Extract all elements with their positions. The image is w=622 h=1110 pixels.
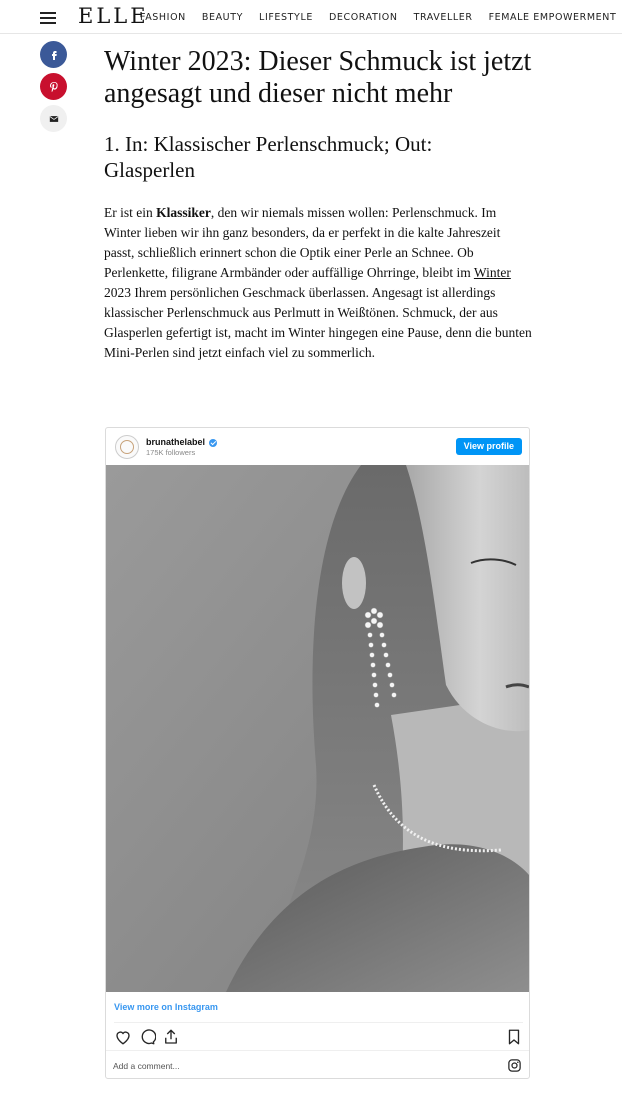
view-profile-button[interactable]: View profile xyxy=(455,438,522,455)
winter-link[interactable]: Winter xyxy=(474,265,511,280)
post-actions xyxy=(114,1028,523,1046)
add-comment-input[interactable]: Add a comment... xyxy=(113,1061,180,1072)
instagram-username[interactable]: brunathelabel xyxy=(146,437,218,448)
divider xyxy=(114,1022,523,1023)
pinterest-icon xyxy=(49,81,58,92)
article-paragraph: Er ist ein Klassiker, den wir niemals mi… xyxy=(104,203,534,363)
facebook-share-button[interactable] xyxy=(40,41,67,68)
menu-icon[interactable] xyxy=(40,12,56,24)
instagram-embed-header: brunathelabel 175K followers View profil… xyxy=(106,428,529,465)
top-navigation: ELLE FASHION BEAUTY LIFESTYLE DECORATION… xyxy=(0,0,622,34)
nav-link-decoration[interactable]: DECORATION xyxy=(329,12,398,24)
view-more-on-instagram-link[interactable]: View more on Instagram xyxy=(114,1002,218,1013)
pinterest-share-button[interactable] xyxy=(40,73,67,100)
verified-badge-icon xyxy=(209,438,218,447)
paragraph-text-start: Er ist ein xyxy=(104,205,157,220)
mail-icon xyxy=(49,115,58,122)
heart-icon[interactable] xyxy=(114,1028,132,1046)
nav-link-female-empowerment[interactable]: FEMALE EMPOWERMENT xyxy=(489,12,617,24)
portrait-photo xyxy=(106,465,529,992)
facebook-icon xyxy=(51,50,57,60)
avatar[interactable] xyxy=(115,435,139,459)
email-share-button[interactable] xyxy=(40,105,67,132)
share-icon[interactable] xyxy=(162,1028,180,1046)
instagram-username-text[interactable]: brunathelabel xyxy=(146,437,205,448)
instagram-icon[interactable] xyxy=(507,1058,522,1073)
instagram-embed: brunathelabel 175K followers View profil… xyxy=(105,427,530,1079)
divider xyxy=(106,1050,529,1051)
nav-link-lifestyle[interactable]: LIFESTYLE xyxy=(259,12,313,24)
elle-logo[interactable]: ELLE xyxy=(78,4,149,28)
nav-link-beauty[interactable]: BEAUTY xyxy=(202,12,243,24)
instagram-post-image[interactable] xyxy=(106,465,529,992)
paragraph-text-end: 2023 Ihrem persönlichen Geschmack überla… xyxy=(104,285,532,360)
nav-link-traveller[interactable]: TRAVELLER xyxy=(414,12,473,24)
paragraph-bold-keyword: Klassiker xyxy=(156,205,211,220)
article-title: Winter 2023: Dieser Schmuck ist jetzt an… xyxy=(104,46,532,109)
section-heading: 1. In: Klassischer Perlenschmuck; Out: G… xyxy=(104,132,433,182)
follower-count: 175K followers xyxy=(146,448,196,457)
bookmark-icon[interactable] xyxy=(505,1028,523,1046)
comment-icon[interactable] xyxy=(138,1028,156,1046)
nav-link-fashion[interactable]: FASHION xyxy=(140,12,186,24)
nav-links: FASHION BEAUTY LIFESTYLE DECORATION TRAV… xyxy=(140,12,622,24)
